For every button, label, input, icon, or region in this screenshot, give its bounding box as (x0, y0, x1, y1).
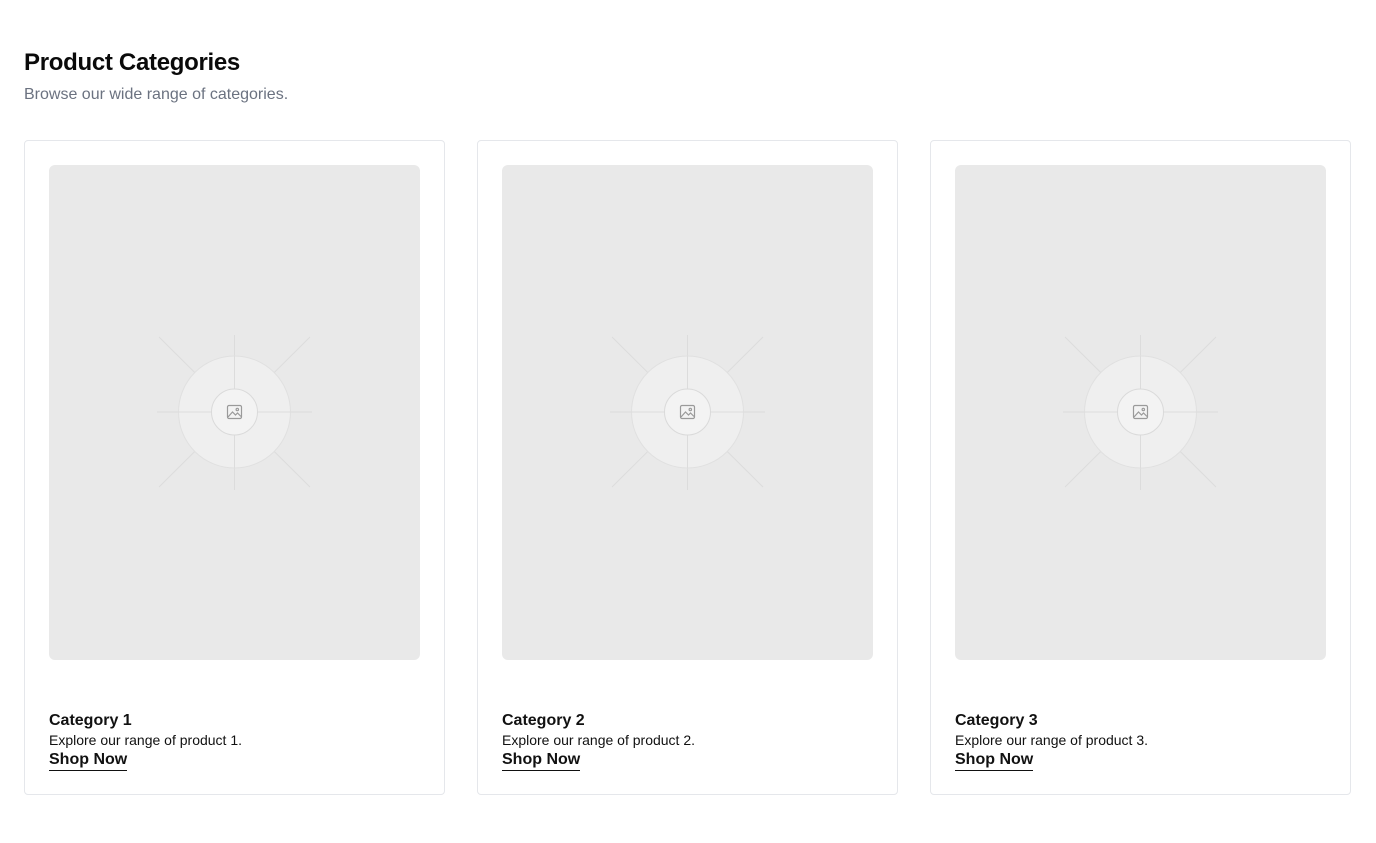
card-body: Category 1 Explore our range of product … (49, 711, 420, 771)
card-body: Category 3 Explore our range of product … (955, 711, 1326, 771)
image-placeholder-icon (610, 335, 765, 490)
category-image (955, 165, 1326, 660)
page: Product Categories Browse our wide range… (0, 0, 1376, 843)
category-description: Explore our range of product 3. (955, 732, 1149, 748)
page-subtitle: Browse our wide range of categories. (24, 86, 289, 103)
shop-now-link[interactable]: Shop Now (502, 750, 581, 771)
category-image (49, 165, 420, 660)
category-title: Category 3 (955, 712, 1038, 729)
section-header: Product Categories Browse our wide range… (24, 48, 288, 106)
category-title: Category 1 (49, 712, 132, 729)
category-image (502, 165, 873, 660)
category-card: Category 3 Explore our range of product … (930, 140, 1351, 795)
category-grid: Category 1 Explore our range of product … (24, 140, 1351, 795)
category-card: Category 1 Explore our range of product … (24, 140, 445, 795)
category-description: Explore our range of product 2. (502, 732, 696, 748)
page-title: Product Categories (24, 49, 240, 76)
category-description: Explore our range of product 1. (49, 732, 243, 748)
image-placeholder-icon (157, 335, 312, 490)
card-body: Category 2 Explore our range of product … (502, 711, 873, 771)
shop-now-link[interactable]: Shop Now (955, 750, 1034, 771)
category-card: Category 2 Explore our range of product … (477, 140, 898, 795)
image-placeholder-icon (1063, 335, 1218, 490)
shop-now-link[interactable]: Shop Now (49, 750, 128, 771)
category-title: Category 2 (502, 712, 585, 729)
